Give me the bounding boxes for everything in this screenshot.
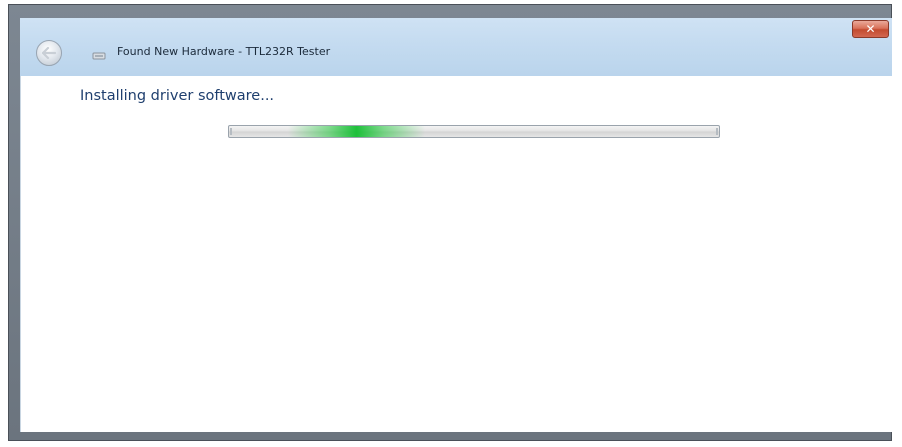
window-title: Found New Hardware - TTL232R Tester — [117, 45, 331, 58]
progress-marquee-highlight — [287, 126, 425, 137]
close-button[interactable]: ✕ — [852, 20, 889, 38]
progress-left-cap — [230, 128, 232, 135]
progress-right-cap — [716, 128, 718, 135]
install-progress-bar — [228, 125, 720, 138]
close-icon: ✕ — [865, 22, 876, 36]
screen: ✕ Found New Hardware - TTL232R Tester In… — [0, 0, 902, 447]
back-button[interactable] — [36, 40, 62, 66]
status-heading: Installing driver software... — [80, 88, 275, 104]
hardware-device-icon — [92, 52, 106, 60]
back-arrow-icon — [42, 47, 56, 59]
